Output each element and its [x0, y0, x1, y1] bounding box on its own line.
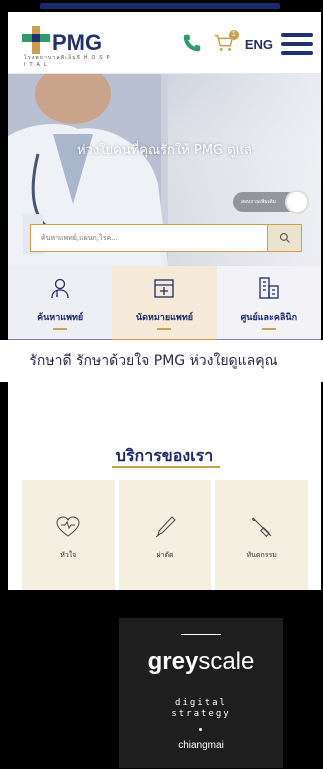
site-header: PMG โรงพยาบาลพีเอ็มจี H O S P I T A L 1 … [8, 12, 321, 74]
search-input[interactable] [31, 225, 267, 251]
tab-label: ศูนย์และคลินิก [240, 313, 298, 323]
service-card-surgery[interactable]: ผ่าตัด [118, 480, 212, 590]
cart-badge: 1 [228, 30, 239, 40]
tab-find-doctor[interactable]: ค้นหาแพทย์ [8, 266, 113, 342]
search-bar [30, 224, 302, 252]
top-strip [0, 0, 323, 12]
greyscale-logo-block: greyscale digital strategy chiangmai [119, 618, 283, 768]
tab-underline [53, 328, 68, 330]
cart-icon[interactable]: 1 [213, 30, 239, 56]
search-button[interactable] [267, 225, 301, 251]
tab-underline [261, 328, 276, 330]
scalpel-icon [155, 516, 176, 538]
hero-banner: ห่วงใยคนที่คุณรักให้ PMG ดูแล สอบถามเพิ่… [8, 74, 321, 266]
menu-icon[interactable] [281, 33, 313, 55]
chat-button[interactable]: สอบถามเพิ่มเติม [233, 190, 309, 214]
tab-underline [157, 328, 172, 330]
quick-tabs: ค้นหาแพทย์ นัดหมายแพทย์ ศูนย์และคลินิก [8, 266, 321, 342]
pmg-logo[interactable]: PMG โรงพยาบาลพีเอ็มจี H O S P I T A L [22, 26, 112, 68]
brand-name: PMG [52, 30, 103, 55]
language-switch[interactable]: ENG [245, 37, 273, 52]
doctor-icon [51, 278, 69, 299]
top-bar [40, 3, 280, 9]
dental-tool-icon [251, 517, 272, 537]
service-card-dental[interactable]: ทันตกรรม [215, 480, 309, 590]
chat-bubble-icon [285, 190, 309, 214]
chat-label: สอบถามเพิ่มเติม [241, 199, 276, 205]
logo-rule [181, 634, 221, 635]
service-label: หัวใจ [60, 551, 77, 559]
services-underline [112, 466, 220, 468]
phone-icon[interactable] [181, 32, 205, 56]
cross-logo-icon [22, 26, 50, 54]
heart-icon [56, 516, 80, 537]
greyscale-city: chiangmai [178, 740, 224, 751]
service-card-heart[interactable]: หัวใจ [22, 480, 115, 590]
tagline: รักษาดี รักษาด้วยใจ PMG ห่วงใยดูแลคุณ [0, 346, 315, 376]
greyscale-desc: digital strategy [171, 698, 231, 719]
building-icon [259, 277, 279, 299]
calendar-icon [154, 279, 175, 298]
tab-label: ค้นหาแพทย์ [37, 313, 84, 323]
tab-centers-clinics[interactable]: ศูนย์และคลินิก [216, 266, 321, 342]
brand-subtitle: โรงพยาบาลพีเอ็มจี H O S P I T A L [24, 55, 111, 68]
tab-appointment[interactable]: นัดหมายแพทย์ [112, 266, 217, 342]
header-actions: 1 ENG [181, 30, 313, 58]
logo-dot [199, 728, 202, 731]
services-cards: หัวใจ ผ่าตัด ทันตกรรม [22, 480, 309, 590]
tab-label: นัดหมายแพทย์ [135, 313, 194, 323]
greyscale-brand: greyscale [147, 648, 255, 675]
hero-title: ห่วงใยคนที่คุณรักให้ PMG ดูแล [76, 143, 253, 158]
search-icon [279, 232, 290, 243]
service-label: ผ่าตัด [156, 551, 174, 559]
phone-screen: PMG โรงพยาบาลพีเอ็มจี H O S P I T A L 1 … [8, 12, 321, 590]
service-label: ทันตกรรม [246, 551, 277, 559]
